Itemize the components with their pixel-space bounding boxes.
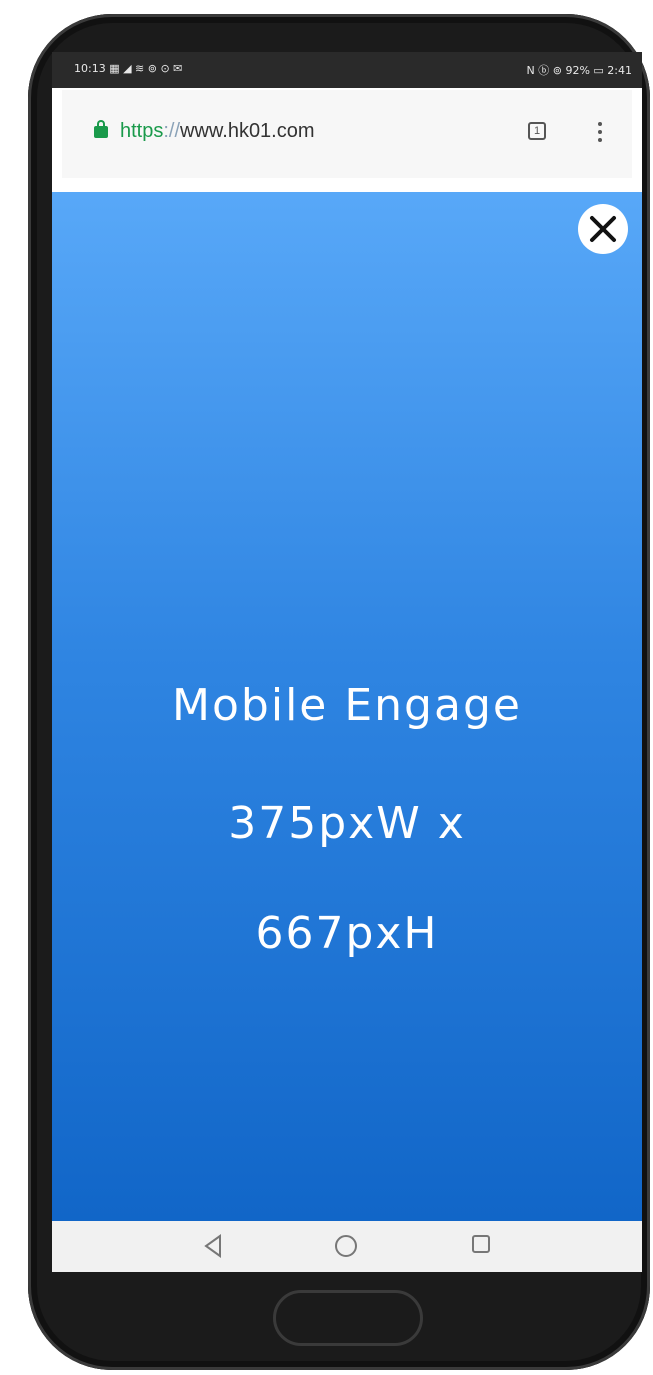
status-right: N ⓑ ⊚ 92% ▭ 2:41 <box>526 64 632 77</box>
url-separator: :// <box>163 120 181 142</box>
home-circle-icon[interactable] <box>335 1235 357 1257</box>
lock-icon <box>94 120 108 138</box>
physical-home-button[interactable] <box>273 1290 423 1346</box>
kebab-menu-icon[interactable] <box>598 122 602 142</box>
close-button[interactable] <box>578 204 628 254</box>
url-text: https://www.hk01.com <box>120 120 315 143</box>
mobile-engage-ad[interactable]: Mobile Engage 375pxW x 667pxH <box>52 192 642 1221</box>
ad-width-label: 375pxW x <box>228 798 466 849</box>
status-bar: 10:13 ▦ ◢ ≋ ⊚ ⊙ ✉ N ⓑ ⊚ 92% ▭ 2:41 <box>52 52 642 88</box>
status-left: 10:13 ▦ ◢ ≋ ⊚ ⊙ ✉ <box>74 62 183 75</box>
browser-toolbar: https://www.hk01.com 1 <box>62 90 632 178</box>
android-nav-bar <box>52 1221 642 1272</box>
url-scheme: https <box>120 120 164 142</box>
close-icon <box>590 216 616 242</box>
ad-title: Mobile Engage <box>172 680 522 731</box>
ad-height-label: 667pxH <box>255 908 439 959</box>
address-bar[interactable]: https://www.hk01.com <box>62 98 532 168</box>
tab-switcher-icon[interactable]: 1 <box>528 122 546 140</box>
url-host: www.hk01.com <box>180 120 315 142</box>
phone-screen: 10:13 ▦ ◢ ≋ ⊚ ⊙ ✉ N ⓑ ⊚ 92% ▭ 2:41 https… <box>52 52 642 1272</box>
recent-apps-icon[interactable] <box>472 1235 490 1253</box>
back-triangle-icon[interactable] <box>202 1233 224 1259</box>
